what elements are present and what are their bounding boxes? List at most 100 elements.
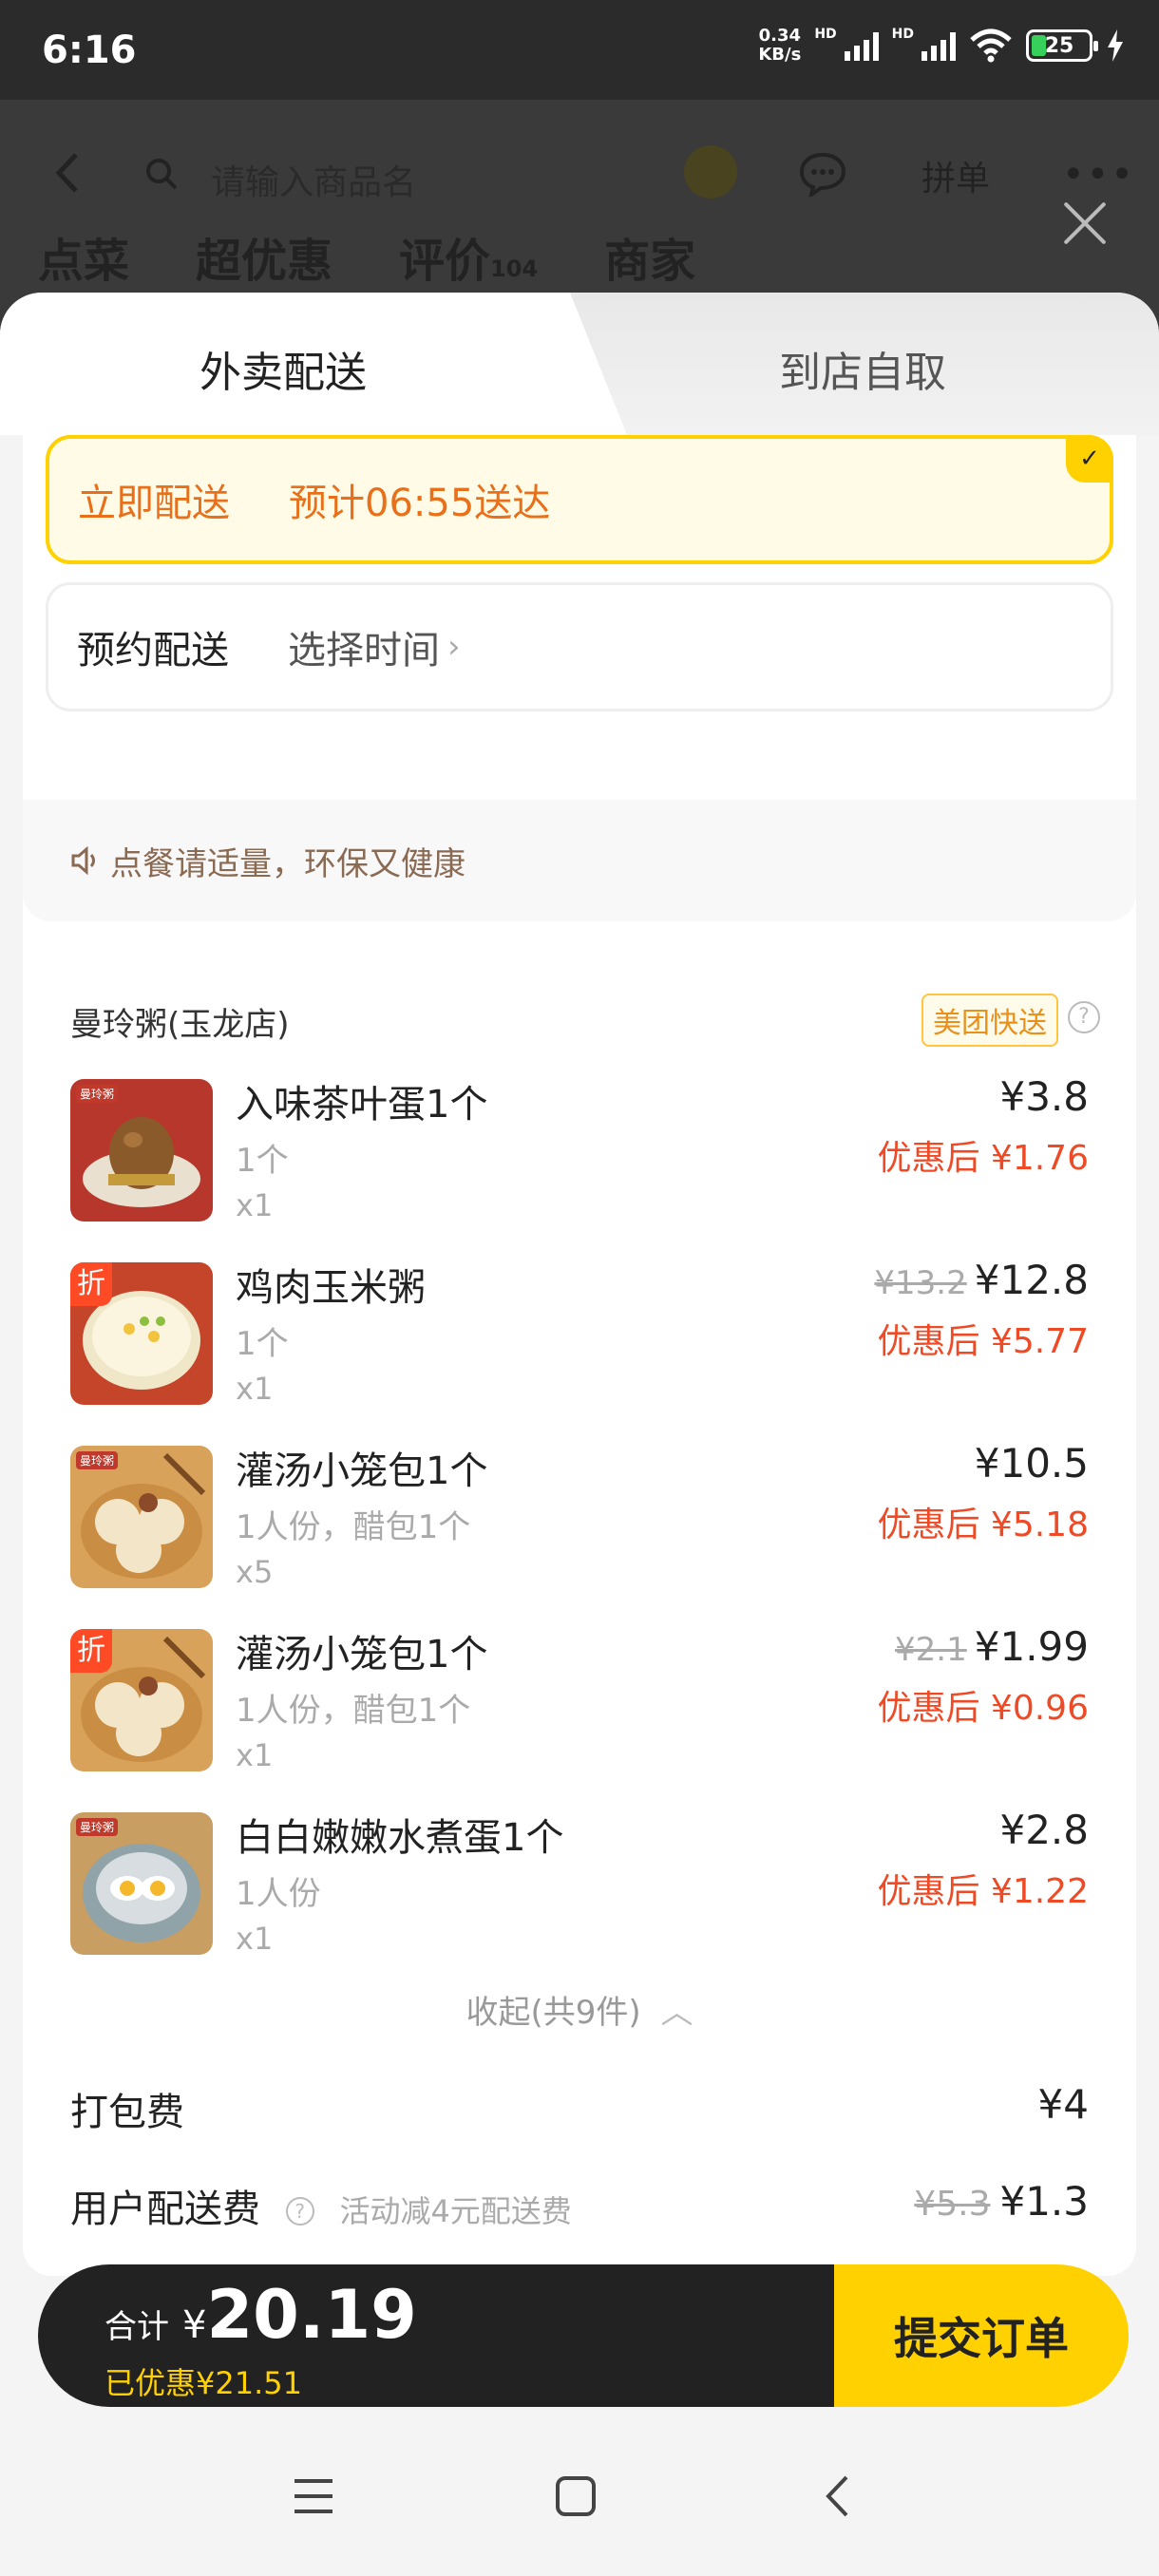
tab-delivery-label[interactable]: 外卖配送 <box>200 338 367 399</box>
more-icon[interactable]: ••• <box>1062 153 1135 197</box>
search-icon <box>146 159 178 190</box>
item-spec: 1人份，醋包1个 <box>236 1692 471 1730</box>
item-price: ¥3.8 <box>999 1073 1089 1120</box>
menu-icon[interactable] <box>293 2477 334 2515</box>
chat-icon[interactable] <box>798 151 847 197</box>
item-price-value: ¥1.99 <box>974 1623 1089 1670</box>
item-name: 白白嫩嫩水煮蛋1个 <box>236 1816 564 1860</box>
clock: 6:16 <box>42 28 137 72</box>
network-speed-unit: KB/s <box>758 45 802 65</box>
collapse-items-button[interactable]: 收起(共9件) ︿ <box>23 1986 1136 2033</box>
deliver-now-option[interactable]: 立即配送 预计06:55送达 ✓ <box>46 435 1113 564</box>
deliver-now-label: 立即配送 <box>78 482 230 525</box>
tab-reviews-label: 评价 <box>399 235 491 288</box>
back-icon[interactable] <box>823 2473 851 2519</box>
food-image: 折 <box>70 1262 213 1405</box>
review-count: 104 <box>490 256 539 282</box>
food-image: 曼玲粥 <box>70 1812 213 1955</box>
delivery-fee-original: ¥5.3 <box>914 2185 991 2224</box>
item-spec: 1人份 <box>236 1875 321 1913</box>
favorite-icon[interactable] <box>684 145 737 199</box>
item-price-value: ¥10.5 <box>974 1440 1089 1487</box>
food-image: 折 <box>70 1629 213 1771</box>
item-name: 鸡肉玉米粥 <box>236 1266 426 1310</box>
delivery-fee-row: 用户配送费 ? 活动减4元配送费 ¥5.3 ¥1.3 <box>70 2178 1089 2233</box>
total-amount: 合计 ¥ 20.19 <box>104 2276 417 2354</box>
food-image: 曼玲粥 <box>70 1079 213 1222</box>
search-input[interactable]: 请输入商品名 <box>211 155 416 204</box>
schedule-label: 预约配送 <box>77 629 229 672</box>
delivery-fee-note: 活动减4元配送费 <box>339 2193 572 2229</box>
item-price-value: ¥3.8 <box>999 1073 1089 1120</box>
discount-tag: 折 <box>70 1262 112 1306</box>
item-discount-price: 优惠后 ¥1.22 <box>877 1872 1089 1911</box>
background-tabs: 点菜 超优惠 评价104 商家 <box>38 223 695 290</box>
order-item: 曼玲粥 灌汤小笼包1个 1人份，醋包1个 x5 ¥10.5 优惠后 ¥5.18 <box>70 1440 1089 1617</box>
item-price: ¥10.5 <box>975 1440 1089 1487</box>
tab-reviews[interactable]: 评价104 <box>399 223 538 290</box>
item-name: 灌汤小笼包1个 <box>236 1633 488 1676</box>
order-item: 折 灌汤小笼包1个 1人份，醋包1个 x1 ¥2.1 ¥1.99 优惠后 ¥0.9… <box>70 1623 1089 1800</box>
total-section: 合计 ¥ 20.19 已优惠¥21.51 <box>38 2264 834 2407</box>
checkout-bar: 合计 ¥ 20.19 已优惠¥21.51 提交订单 <box>38 2264 1129 2407</box>
brand-logo: 曼玲粥 <box>76 1085 119 1103</box>
delivery-fee-label: 用户配送费 <box>70 2188 260 2231</box>
item-discount-price: 优惠后 ¥0.96 <box>877 1689 1089 1728</box>
delivery-badge: 美团快送 <box>922 994 1058 1047</box>
order-item: 折 鸡肉玉米粥 1个 x1 ¥13.2 ¥12.8 优惠后 ¥5.77 <box>70 1257 1089 1433</box>
background-nav: 请输入商品名 拼单 ••• <box>0 138 1159 204</box>
select-time-link[interactable]: 选择时间 <box>288 619 440 674</box>
network-speed-value: 0.34 <box>758 26 802 46</box>
item-price: ¥2.1 ¥1.99 <box>895 1623 1089 1670</box>
group-order-button[interactable]: 拼单 <box>922 151 990 200</box>
chevron-up-icon: ︿ <box>660 1994 694 2032</box>
delivery-fee-amount: ¥1.3 <box>999 2178 1089 2225</box>
item-spec: 1个 <box>236 1325 289 1363</box>
item-discount-price: 优惠后 ¥1.76 <box>877 1139 1089 1178</box>
item-original-price: ¥2.1 <box>895 1631 967 1669</box>
notice-bar: 点餐请适量，环保又健康 <box>23 800 1136 921</box>
eta-text: 预计06:55送达 <box>289 482 551 525</box>
help-icon[interactable]: ? <box>1068 1001 1100 1033</box>
help-icon[interactable]: ? <box>285 2197 314 2226</box>
signal-icon <box>844 30 879 61</box>
food-image: 曼玲粥 <box>70 1446 213 1588</box>
system-nav-bar <box>0 2432 1159 2576</box>
charging-icon <box>1108 29 1123 62</box>
schedule-delivery-option[interactable]: 预约配送 选择时间 › <box>46 582 1113 711</box>
tab-menu[interactable]: 点菜 <box>38 223 129 290</box>
speaker-icon <box>71 846 95 875</box>
item-price: ¥2.8 <box>999 1807 1089 1853</box>
back-arrow-icon[interactable] <box>53 151 82 195</box>
item-quantity: x1 <box>236 1187 274 1223</box>
close-icon[interactable] <box>1056 195 1113 252</box>
battery-level: 25 <box>1044 33 1074 58</box>
tab-pickup-label[interactable]: 到店自取 <box>779 338 946 399</box>
submit-order-button[interactable]: 提交订单 <box>834 2264 1129 2407</box>
home-icon[interactable] <box>555 2475 597 2517</box>
status-bar: 6:16 0.34 KB/s HD HD 25 <box>0 0 1159 100</box>
status-icons: 0.34 KB/s HD HD 25 <box>758 27 1125 65</box>
packing-fee-label: 打包费 <box>70 2091 184 2134</box>
hd-label: HD <box>891 27 914 42</box>
total-label: 合计 <box>104 2308 169 2346</box>
battery-icon: 25 <box>1026 29 1098 62</box>
discount-tag: 折 <box>70 1629 112 1673</box>
notice-text: 点餐请适量，环保又健康 <box>110 844 466 883</box>
item-price-value: ¥12.8 <box>974 1257 1089 1303</box>
item-discount-price: 优惠后 ¥5.77 <box>877 1322 1089 1361</box>
item-quantity: x1 <box>236 1737 274 1773</box>
item-quantity: x1 <box>236 1371 274 1407</box>
chevron-right-icon: › <box>447 628 461 666</box>
item-name: 入味茶叶蛋1个 <box>236 1083 488 1127</box>
wifi-icon <box>970 28 1012 63</box>
item-name: 灌汤小笼包1个 <box>236 1449 488 1493</box>
delivery-fee-value: ¥5.3 ¥1.3 <box>914 2178 1089 2225</box>
signal-icon <box>922 30 956 61</box>
network-speed: 0.34 KB/s <box>758 27 801 65</box>
item-original-price: ¥13.2 <box>874 1264 967 1302</box>
item-quantity: x1 <box>236 1921 274 1957</box>
item-spec: 1个 <box>236 1142 289 1180</box>
tab-merchant[interactable]: 商家 <box>604 223 695 290</box>
tab-deals[interactable]: 超优惠 <box>196 223 332 290</box>
